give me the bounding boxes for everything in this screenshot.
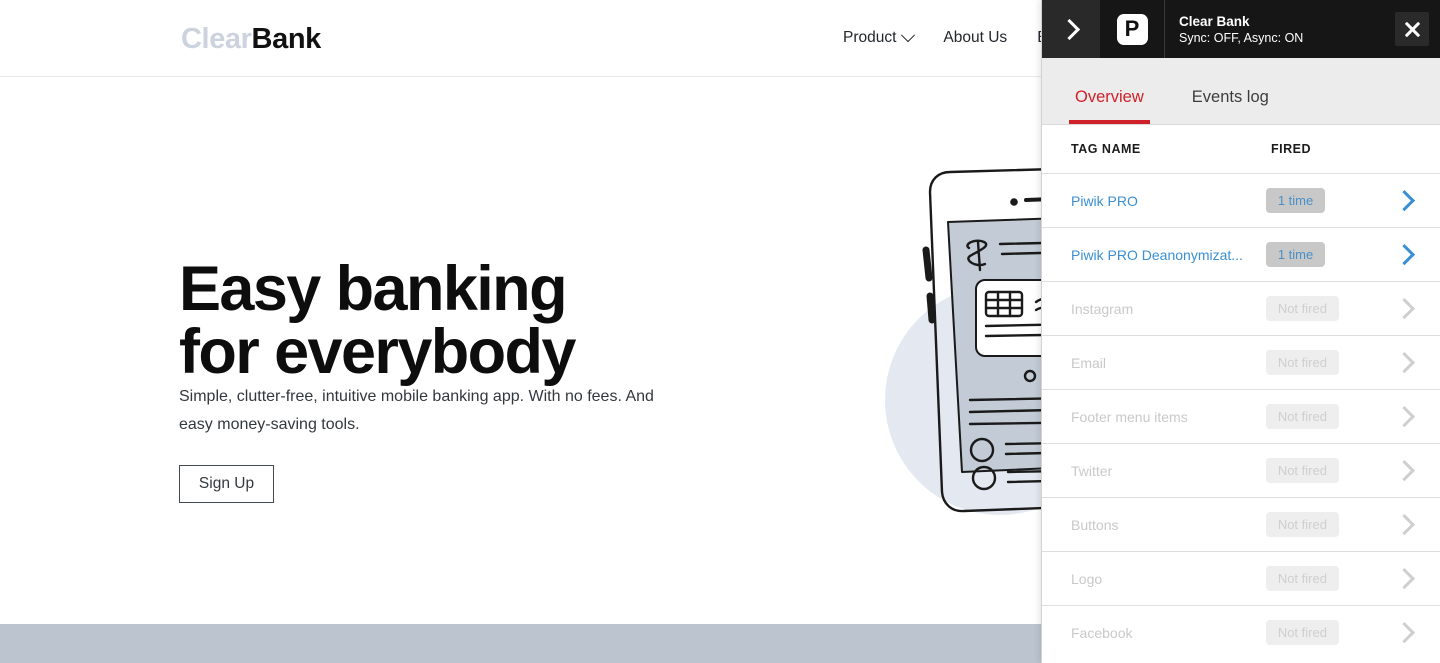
tag-name-cell: Piwik PRO xyxy=(1071,192,1138,209)
table-row[interactable]: Twitter Not fired xyxy=(1042,443,1440,497)
tag-table-body: Piwik PRO 1 time Piwik PRO Deanonymizat...… xyxy=(1042,173,1440,659)
panel-tabs: Overview Events log xyxy=(1042,58,1440,125)
table-row[interactable]: Instagram Not fired xyxy=(1042,281,1440,335)
status-badge: 1 time xyxy=(1265,242,1326,267)
site-nav: Product About Us B xyxy=(843,28,1048,48)
tag-name-cell: Instagram xyxy=(1071,300,1134,317)
tag-name-cell: Logo xyxy=(1071,570,1103,587)
tag-name-cell: Twitter xyxy=(1071,462,1113,479)
close-icon xyxy=(1395,12,1429,46)
site-logo[interactable]: ClearBank xyxy=(181,22,321,56)
table-row[interactable]: Facebook Not fired xyxy=(1042,605,1440,659)
tag-name-cell: Piwik PRO Deanonymizat... xyxy=(1071,246,1243,263)
fired-cell: Not fired xyxy=(1265,620,1398,645)
status-badge: Not fired xyxy=(1265,458,1339,483)
tag-name-cell: Footer menu items xyxy=(1071,408,1188,425)
status-badge: Not fired xyxy=(1265,350,1339,375)
panel-header: P Clear Bank Sync: OFF, Async: ON xyxy=(1042,0,1440,58)
nav-item-product[interactable]: Product xyxy=(843,28,916,48)
status-badge: Not fired xyxy=(1265,296,1339,321)
status-badge: 1 time xyxy=(1265,188,1326,213)
status-badge: Not fired xyxy=(1265,566,1339,591)
nav-item-about-us[interactable]: About Us xyxy=(943,28,1007,48)
fired-cell: 1 time xyxy=(1265,242,1398,267)
fired-cell: 1 time xyxy=(1265,188,1398,213)
column-header-fired: FIRED xyxy=(1271,142,1311,156)
hero-subtitle: Simple, clutter-free, intuitive mobile b… xyxy=(179,388,654,433)
fired-cell: Not fired xyxy=(1265,350,1398,375)
table-row[interactable]: Piwik PRO Deanonymizat... 1 time xyxy=(1042,227,1440,281)
panel-title-block: Clear Bank Sync: OFF, Async: ON xyxy=(1164,0,1384,58)
status-badge: Not fired xyxy=(1265,404,1339,429)
tag-name-cell: Facebook xyxy=(1071,624,1133,641)
panel-site-name: Clear Bank xyxy=(1179,13,1250,29)
fired-cell: Not fired xyxy=(1265,512,1398,537)
site-logo-part1: Clear xyxy=(181,23,252,55)
table-row[interactable]: Footer menu items Not fired xyxy=(1042,389,1440,443)
page-title: Easy banking for everybody xyxy=(179,254,576,387)
sign-up-button[interactable]: Sign Up xyxy=(179,465,274,503)
piwik-logo: P xyxy=(1100,0,1164,58)
tag-name-cell: Email xyxy=(1071,354,1107,371)
status-badge: Not fired xyxy=(1265,512,1339,537)
fired-cell: Not fired xyxy=(1265,296,1398,321)
panel-sync-state: Sync: OFF, Async: ON xyxy=(1179,30,1304,45)
tab-events-log[interactable]: Events log xyxy=(1186,87,1275,124)
tab-overview[interactable]: Overview xyxy=(1069,87,1150,124)
tag-name-cell: Buttons xyxy=(1071,516,1119,533)
site-logo-part2: Bank xyxy=(251,23,322,55)
nav-item-about-us-label: About Us xyxy=(943,29,1008,46)
fired-cell: Not fired xyxy=(1265,566,1398,591)
table-row[interactable]: Piwik PRO 1 time xyxy=(1042,173,1440,227)
tag-manager-debugger-panel: P Clear Bank Sync: OFF, Async: ON Overvi… xyxy=(1041,0,1440,663)
fired-cell: Not fired xyxy=(1265,458,1398,483)
chevron-right-icon xyxy=(1058,18,1081,40)
status-badge: Not fired xyxy=(1265,620,1339,645)
panel-collapse-button[interactable] xyxy=(1042,0,1100,58)
piwik-logo-letter: P xyxy=(1116,13,1148,45)
table-row[interactable]: Email Not fired xyxy=(1042,335,1440,389)
fired-cell: Not fired xyxy=(1265,404,1398,429)
tag-table-header: TAG NAME FIRED xyxy=(1042,125,1440,173)
chevron-down-icon xyxy=(901,28,916,43)
nav-item-product-label: Product xyxy=(843,29,897,46)
close-button[interactable] xyxy=(1384,0,1440,58)
table-row[interactable]: Logo Not fired xyxy=(1042,551,1440,605)
table-row[interactable]: Buttons Not fired xyxy=(1042,497,1440,551)
column-header-tag-name: TAG NAME xyxy=(1071,142,1141,156)
